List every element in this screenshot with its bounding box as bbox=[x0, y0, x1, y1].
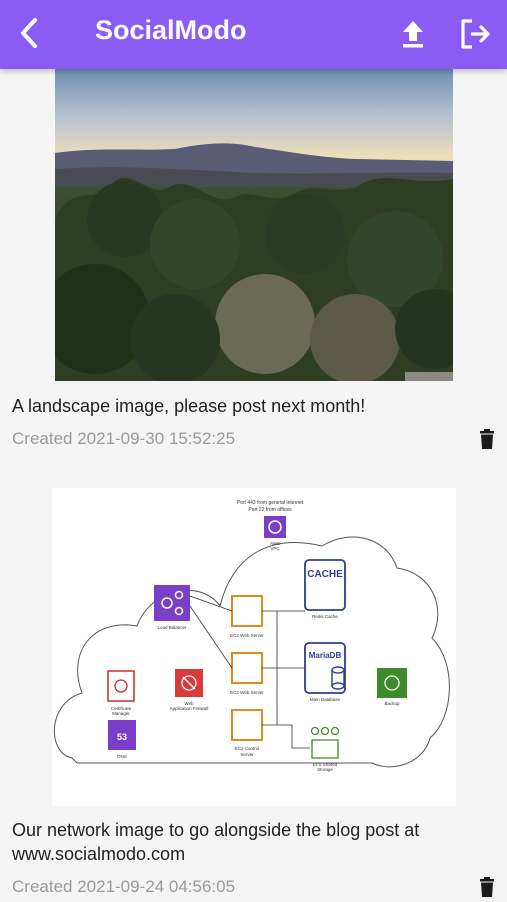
trash-icon bbox=[480, 429, 494, 449]
svg-text:53: 53 bbox=[117, 732, 127, 742]
svg-text:DNS: DNS bbox=[117, 754, 127, 759]
svg-text:Port 22 from offices: Port 22 from offices bbox=[248, 507, 292, 513]
upload-icon bbox=[403, 21, 423, 48]
chevron-left-icon bbox=[21, 18, 37, 48]
post-timestamp: Created 2021-09-24 04:56:05 bbox=[12, 877, 236, 896]
delete-post-button[interactable] bbox=[479, 877, 495, 897]
svg-text:EC2 Web Server: EC2 Web Server bbox=[230, 633, 264, 638]
trash-icon bbox=[480, 877, 494, 897]
svg-text:Application Firewall: Application Firewall bbox=[170, 706, 209, 711]
svg-text:Redis Cache: Redis Cache bbox=[312, 614, 338, 619]
svg-text:Storage: Storage bbox=[317, 767, 333, 772]
svg-text:Backup: Backup bbox=[384, 701, 400, 706]
post-image-landscape[interactable] bbox=[40, 69, 475, 384]
delete-post-button[interactable] bbox=[479, 429, 495, 449]
svg-text:EC2 Web Server: EC2 Web Server bbox=[230, 690, 264, 695]
post-image-network-diagram[interactable]: Port 443 from general internet Port 22 f… bbox=[52, 488, 456, 806]
svg-text:Port 443 from general internet: Port 443 from general internet bbox=[237, 500, 304, 506]
app-title: SocialModo bbox=[95, 15, 247, 45]
post-caption: Our network image to go alongside the bl… bbox=[12, 820, 420, 864]
svg-text:Server: Server bbox=[240, 752, 254, 757]
svg-text:Main Database: Main Database bbox=[310, 697, 341, 702]
logout-button[interactable] bbox=[455, 14, 495, 54]
logout-icon bbox=[461, 19, 490, 49]
svg-text:VPC: VPC bbox=[270, 546, 280, 551]
svg-text:CACHE: CACHE bbox=[307, 569, 343, 580]
upload-button[interactable] bbox=[393, 14, 433, 54]
post-timestamp: Created 2021-09-30 15:52:25 bbox=[12, 429, 236, 448]
svg-text:MariaDB: MariaDB bbox=[309, 651, 342, 660]
back-button[interactable] bbox=[10, 14, 50, 54]
svg-text:Manager: Manager bbox=[112, 711, 130, 716]
post-caption: A landscape image, please post next mont… bbox=[12, 396, 366, 416]
svg-text:EC2 Control: EC2 Control bbox=[235, 746, 260, 751]
svg-text:Load Balancer: Load Balancer bbox=[157, 625, 187, 630]
app-bar: SocialModo bbox=[0, 0, 507, 69]
